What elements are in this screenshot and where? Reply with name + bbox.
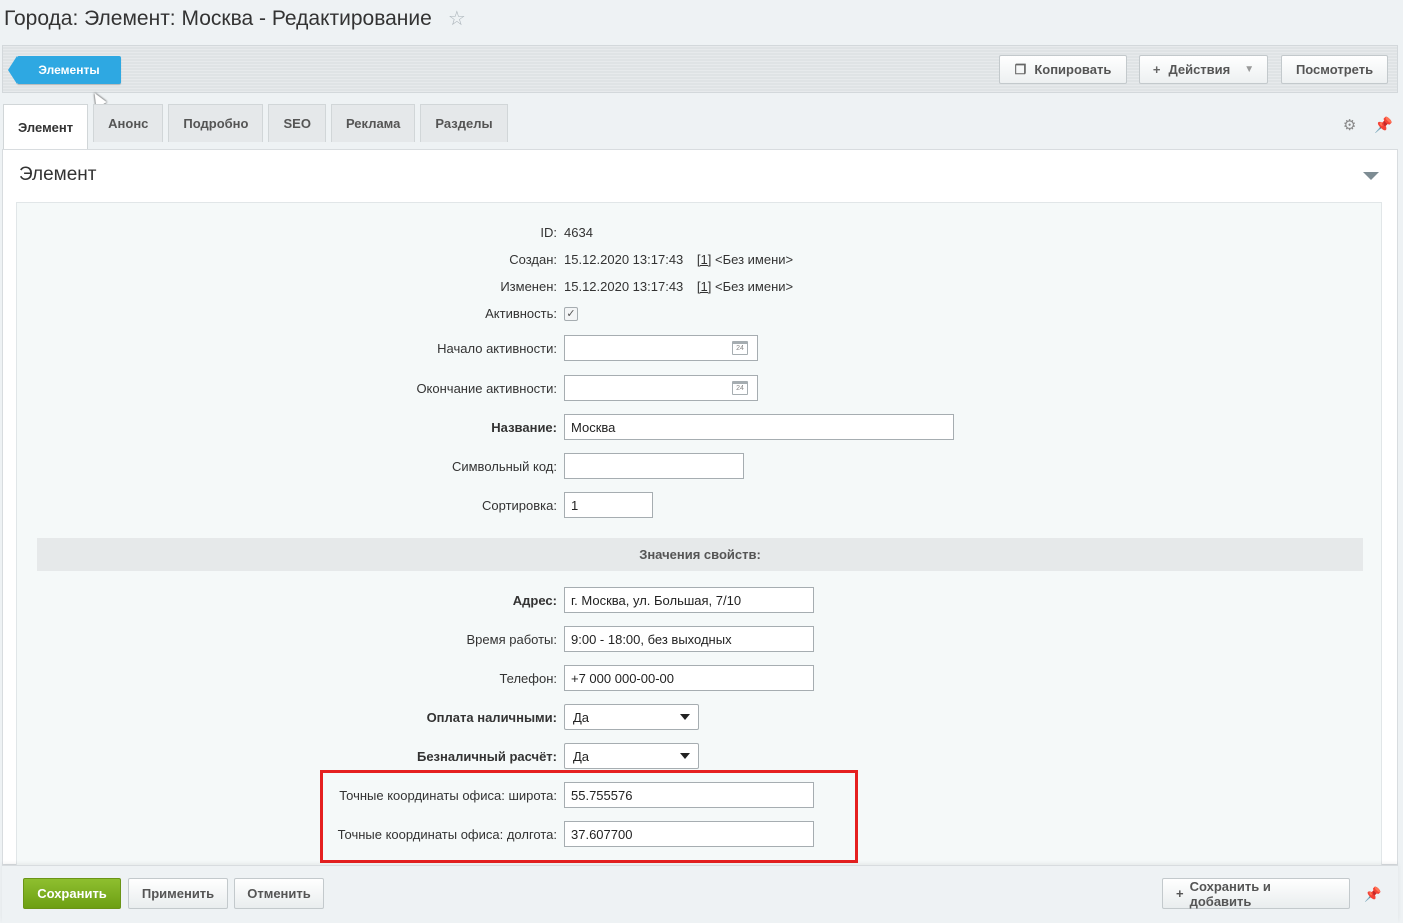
copy-icon: ❐: [1014, 61, 1027, 77]
section-title: Элемент: [19, 164, 97, 185]
name-input[interactable]: Москва: [564, 414, 954, 440]
gear-icon[interactable]: ⚙: [1343, 116, 1356, 134]
save-button[interactable]: Сохранить: [23, 878, 121, 909]
row-phone: Телефон: +7 000 000-00-00: [17, 665, 1383, 691]
page-title: Города: Элемент: Москва - Редактирование…: [4, 6, 466, 31]
row-modified: Изменен: 15.12.2020 13:17:43 [1] <Без им…: [17, 279, 1383, 294]
form-area: ID: 4634 Создан: 15.12.2020 13:17:43 [1]…: [16, 202, 1382, 866]
tab-detail[interactable]: Подробно: [168, 104, 264, 142]
hours-label: Время работы:: [466, 631, 557, 647]
row-id: ID: 4634: [17, 225, 1383, 240]
cancel-button[interactable]: Отменить: [234, 878, 324, 909]
created-date: 15.12.2020 13:17:43: [564, 252, 684, 267]
sort-label: Сортировка:: [482, 497, 557, 513]
save-and-add-button[interactable]: + Сохранить и добавить: [1162, 878, 1350, 909]
toolbar: Элементы ❐ Копировать + Действия ▼ Посмо…: [2, 45, 1398, 93]
phone-label: Телефон:: [499, 670, 557, 686]
copy-label: Копировать: [1034, 62, 1112, 77]
row-address: Адрес: г. Москва, ул. Большая, 7/10: [17, 587, 1383, 613]
created-user-link[interactable]: [1]: [697, 252, 711, 267]
tab-seo[interactable]: SEO: [268, 104, 326, 142]
created-value: 15.12.2020 13:17:43 [1] <Без имени>: [564, 252, 793, 267]
actions-label: Действия: [1168, 62, 1231, 77]
row-active: Активность: ✓: [17, 306, 1383, 321]
sort-input[interactable]: 1: [564, 492, 653, 518]
properties-header: Значения свойств:: [37, 538, 1363, 571]
row-code: Символьный код:: [17, 453, 1383, 479]
cash-label: Оплата наличными:: [426, 709, 557, 725]
chevron-down-icon: ▼: [1244, 64, 1255, 75]
apply-button[interactable]: Применить: [128, 878, 228, 909]
id-value: 4634: [564, 225, 593, 240]
plus-icon: +: [1152, 62, 1161, 77]
collapse-chevron-icon[interactable]: [1363, 172, 1379, 180]
phone-input[interactable]: +7 000 000-00-00: [564, 665, 814, 691]
address-label: Адрес:: [512, 592, 557, 608]
tab-tools: ⚙ 📌: [1343, 116, 1393, 134]
tab-advertising[interactable]: Реклама: [330, 104, 416, 142]
footer-bar: Сохранить Применить Отменить + Сохранить…: [2, 865, 1398, 923]
modified-user-name: <Без имени>: [715, 279, 794, 294]
active-to-label: Окончание активности:: [416, 380, 557, 396]
row-active-to: Окончание активности: 24: [17, 375, 1383, 401]
tab-sections[interactable]: Разделы: [420, 104, 508, 142]
actions-button[interactable]: + Действия ▼: [1139, 55, 1268, 84]
name-label: Название:: [491, 419, 557, 435]
edit-panel: Элемент ID: 4634 Создан: 15.12.2020 13:1…: [2, 149, 1398, 866]
cashless-label: Безналичный расчёт:: [416, 748, 557, 764]
modified-date: 15.12.2020 13:17:43: [564, 279, 684, 294]
code-input[interactable]: [564, 453, 744, 479]
row-name: Название: Москва: [17, 414, 1383, 440]
active-checkbox[interactable]: ✓: [564, 306, 578, 321]
active-to-input[interactable]: 24: [564, 375, 758, 401]
row-created: Создан: 15.12.2020 13:17:43 [1] <Без име…: [17, 252, 1383, 267]
tab-preview[interactable]: Анонс: [93, 104, 164, 142]
view-button[interactable]: Посмотреть: [1281, 55, 1388, 84]
code-label: Символьный код:: [451, 458, 557, 474]
row-hours: Время работы: 9:00 - 18:00, без выходных: [17, 626, 1383, 652]
cashless-select[interactable]: Да: [564, 743, 699, 769]
page-title-text: Города: Элемент: Москва - Редактирование: [4, 6, 432, 30]
modified-value: 15.12.2020 13:17:43 [1] <Без имени>: [564, 279, 793, 294]
chevron-down-icon: [680, 753, 690, 759]
row-active-from: Начало активности: 24: [17, 335, 1383, 361]
back-to-elements-button[interactable]: Элементы: [8, 56, 121, 84]
id-label: ID:: [540, 225, 557, 240]
calendar-icon[interactable]: 24: [732, 341, 748, 355]
cash-select[interactable]: Да: [564, 704, 699, 730]
tab-bar: Элемент Анонс Подробно SEO Реклама Разде…: [3, 104, 513, 150]
copy-button[interactable]: ❐ Копировать: [999, 55, 1127, 84]
checkmark-icon: ✓: [566, 308, 576, 320]
pin-icon[interactable]: 📌: [1364, 886, 1381, 903]
plus-icon: +: [1176, 886, 1184, 901]
coordinates-highlight-box: [320, 770, 858, 863]
row-sort: Сортировка: 1: [17, 492, 1383, 518]
created-label: Создан:: [509, 252, 557, 267]
active-from-label: Начало активности:: [437, 340, 557, 356]
row-cashless: Безналичный расчёт: Да: [17, 743, 1383, 769]
address-input[interactable]: г. Москва, ул. Большая, 7/10: [564, 587, 814, 613]
tab-element[interactable]: Элемент: [3, 104, 89, 150]
hours-input[interactable]: 9:00 - 18:00, без выходных: [564, 626, 814, 652]
chevron-down-icon: [680, 714, 690, 720]
calendar-icon[interactable]: 24: [732, 381, 748, 395]
active-from-input[interactable]: 24: [564, 335, 758, 361]
pin-icon[interactable]: 📌: [1374, 116, 1393, 134]
modified-user-link[interactable]: [1]: [697, 279, 711, 294]
modified-label: Изменен:: [500, 279, 557, 294]
created-user-name: <Без имени>: [715, 252, 794, 267]
row-cash: Оплата наличными: Да: [17, 704, 1383, 730]
active-label: Активность:: [485, 306, 557, 321]
favorite-star-icon[interactable]: ☆: [448, 6, 466, 31]
